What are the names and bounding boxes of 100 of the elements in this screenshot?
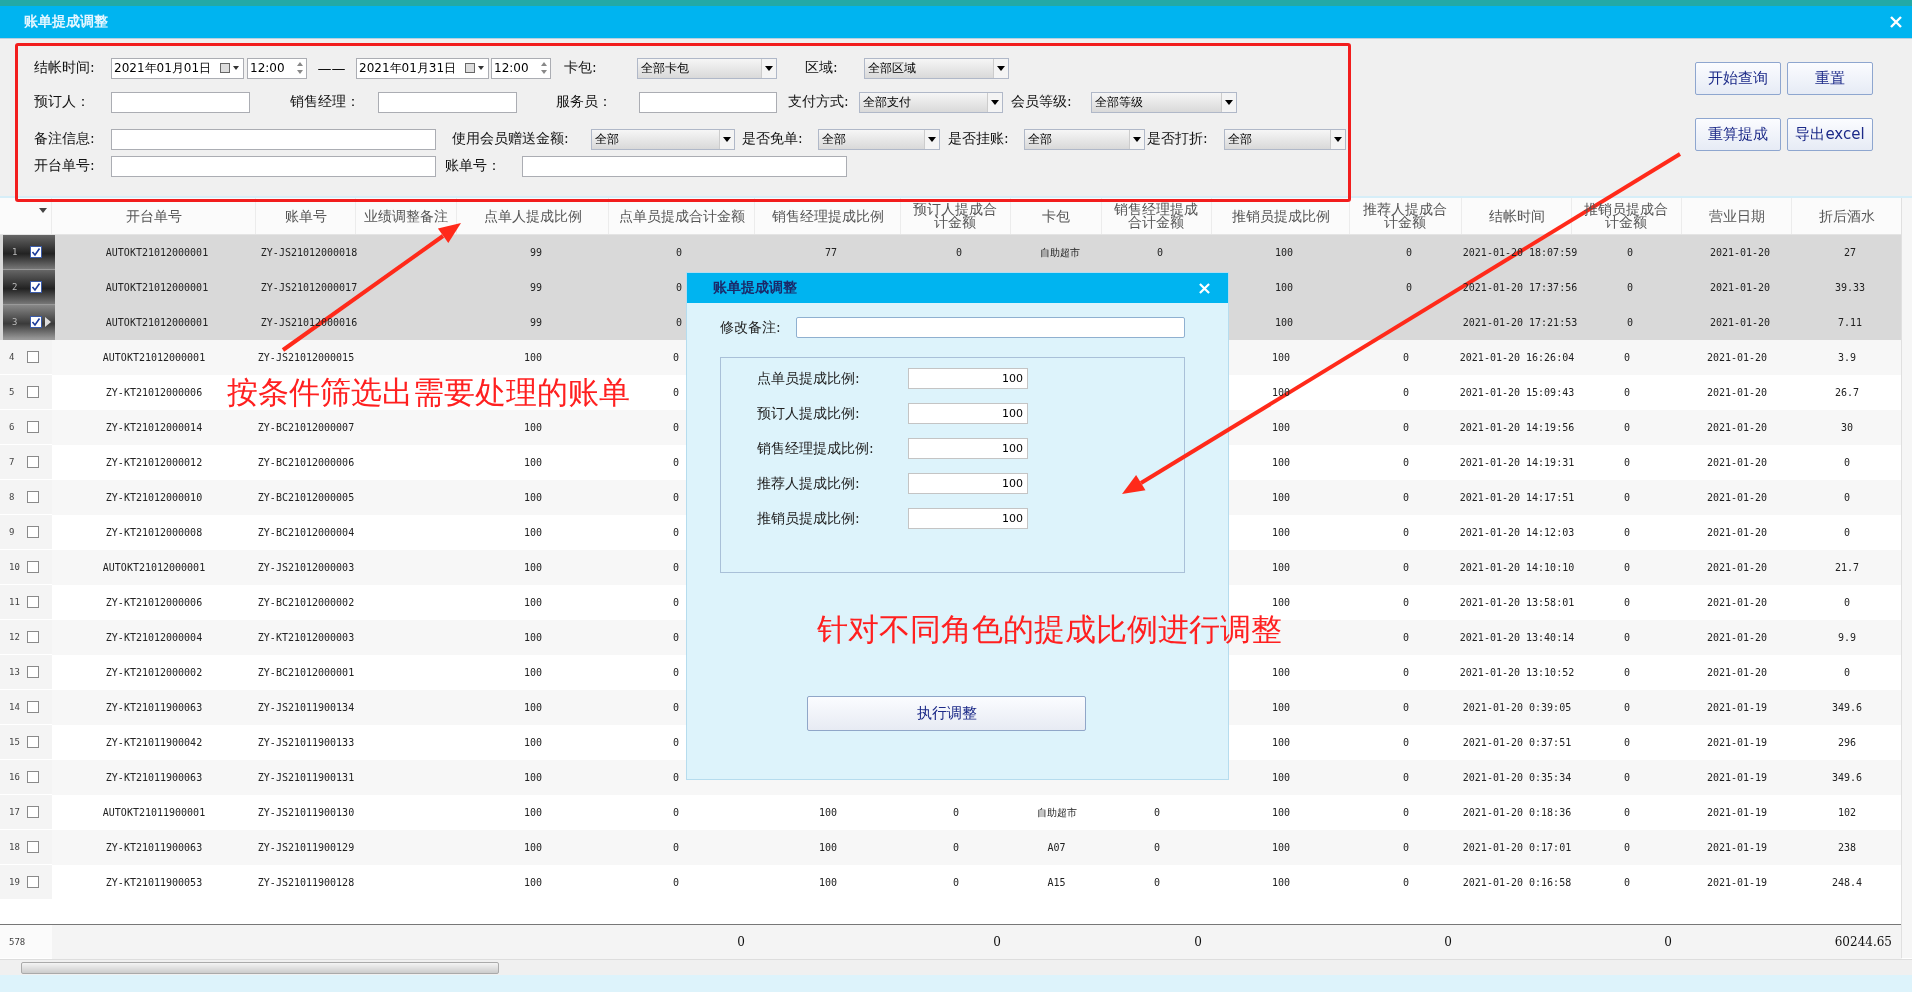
execute-button[interactable]: 执行调整	[807, 696, 1086, 731]
row-header[interactable]: 2	[3, 270, 55, 305]
column-header[interactable]: 销售经理提成比例	[771, 209, 884, 223]
close-icon[interactable]	[1199, 282, 1210, 294]
row-number: 19	[9, 877, 21, 887]
checkbox[interactable]	[27, 876, 39, 888]
checkbox[interactable]	[27, 596, 39, 608]
caret-icon[interactable]	[723, 136, 731, 142]
calendar-icon[interactable]	[465, 63, 485, 73]
row-header[interactable]: 1	[3, 235, 55, 270]
input-field[interactable]	[111, 128, 436, 150]
column-header[interactable]: 推荐人提成合计金额	[1362, 203, 1448, 229]
action-button[interactable]: 导出excel	[1787, 118, 1873, 151]
row-header[interactable]: 19	[0, 865, 52, 900]
horizontal-scrollbar[interactable]	[0, 959, 1912, 975]
table-cell: 0	[673, 422, 679, 433]
table-cell: 296	[1837, 737, 1857, 748]
column-header[interactable]: 点单人提成比例	[483, 209, 582, 223]
dropdown[interactable]: 全部	[1224, 128, 1346, 150]
table-cell: 0	[1624, 807, 1630, 818]
dropdown[interactable]: 全部等级	[1091, 91, 1237, 113]
checkbox[interactable]	[27, 666, 39, 678]
dropdown[interactable]: 全部	[1024, 128, 1145, 150]
caret-icon[interactable]	[991, 99, 999, 105]
checkbox[interactable]	[30, 281, 42, 293]
action-button[interactable]: 重置	[1787, 62, 1873, 95]
time-spinner[interactable]: 12:00	[247, 57, 307, 79]
input-field[interactable]	[378, 91, 517, 113]
dropdown[interactable]: 全部支付	[859, 91, 1003, 113]
close-icon[interactable]	[1890, 16, 1902, 28]
checkbox[interactable]	[27, 701, 39, 713]
input-field[interactable]: 100	[908, 368, 1028, 389]
checkbox[interactable]	[27, 561, 39, 573]
table-cell: 0	[1624, 737, 1630, 748]
dropdown[interactable]: 全部卡包	[637, 57, 777, 79]
row-header[interactable]: 17	[0, 795, 52, 830]
input-field[interactable]	[111, 91, 250, 113]
calendar-icon[interactable]	[220, 63, 240, 73]
table-cell: 2021-01-20 13:40:14	[1459, 632, 1575, 643]
caret-icon[interactable]	[1225, 99, 1233, 105]
caret-icon[interactable]	[928, 136, 936, 142]
input-field[interactable]: 100	[908, 438, 1028, 459]
checkbox[interactable]	[30, 246, 42, 258]
column-header[interactable]: 点单员提成合计金额	[618, 209, 745, 223]
checkbox[interactable]	[27, 421, 39, 433]
column-header[interactable]: 业绩调整备注	[364, 209, 448, 223]
checkbox[interactable]	[27, 491, 39, 503]
row-header[interactable]: 9	[0, 515, 52, 550]
input-field[interactable]	[639, 91, 777, 113]
dropdown[interactable]: 全部	[818, 128, 940, 150]
column-header[interactable]: 卡包	[1042, 209, 1070, 223]
input-field[interactable]: 100	[908, 508, 1028, 529]
field-label: 会员等级:	[1011, 93, 1073, 111]
action-button[interactable]: 开始查询	[1695, 62, 1781, 95]
input-field[interactable]: 100	[908, 403, 1028, 424]
table-cell: 0	[953, 877, 959, 888]
table-cell: A15	[1047, 877, 1066, 888]
table-cell: 0	[1624, 562, 1630, 573]
vertical-scrollbar[interactable]	[1901, 198, 1912, 958]
input-field[interactable]	[111, 155, 436, 177]
dropdown[interactable]: 全部	[591, 128, 735, 150]
dropdown[interactable]: 全部区域	[864, 57, 1009, 79]
checkbox[interactable]	[27, 736, 39, 748]
action-button[interactable]: 重算提成	[1695, 118, 1781, 151]
input-field[interactable]	[522, 155, 847, 177]
caret-icon[interactable]	[765, 65, 773, 71]
column-header[interactable]: 推销员提成比例	[1231, 209, 1330, 223]
caret-icon[interactable]	[1133, 136, 1141, 142]
checkbox[interactable]	[30, 316, 42, 328]
scrollbar-thumb[interactable]	[21, 962, 499, 974]
input-field[interactable]: 100	[908, 473, 1028, 494]
column-header[interactable]: 预订人提成合计金额	[912, 203, 998, 229]
caret-icon[interactable]	[39, 208, 47, 213]
column-header[interactable]: 销售经理提成合计金额	[1113, 203, 1199, 229]
table-cell: 100	[1274, 282, 1294, 293]
checkbox[interactable]	[27, 386, 39, 398]
date-picker[interactable]: 2021年01月01日	[111, 57, 244, 79]
checkbox[interactable]	[27, 526, 39, 538]
checkbox[interactable]	[27, 456, 39, 468]
checkbox[interactable]	[27, 841, 39, 853]
date-picker[interactable]: 2021年01月31日	[356, 57, 489, 79]
column-header[interactable]: 账单号	[284, 209, 327, 223]
row-header[interactable]: 3	[3, 305, 55, 340]
row-header[interactable]: 7	[0, 445, 52, 480]
column-header[interactable]: 折后酒水	[1818, 209, 1875, 223]
row-header[interactable]: 5	[0, 375, 52, 410]
column-header[interactable]: 营业日期	[1708, 209, 1765, 223]
input-field[interactable]	[796, 317, 1185, 338]
caret-icon[interactable]	[1334, 136, 1342, 142]
checkbox[interactable]	[27, 631, 39, 643]
row-header[interactable]: 11	[0, 585, 52, 620]
checkbox[interactable]	[27, 351, 39, 363]
caret-icon[interactable]	[997, 65, 1005, 71]
row-header[interactable]: 15	[0, 725, 52, 760]
checkbox[interactable]	[27, 806, 39, 818]
checkbox[interactable]	[27, 771, 39, 783]
row-header[interactable]: 13	[0, 655, 52, 690]
column-header[interactable]: 结帐时间	[1488, 209, 1545, 223]
time-spinner[interactable]: 12:00	[491, 57, 551, 79]
column-header[interactable]: 开台单号	[125, 209, 182, 223]
